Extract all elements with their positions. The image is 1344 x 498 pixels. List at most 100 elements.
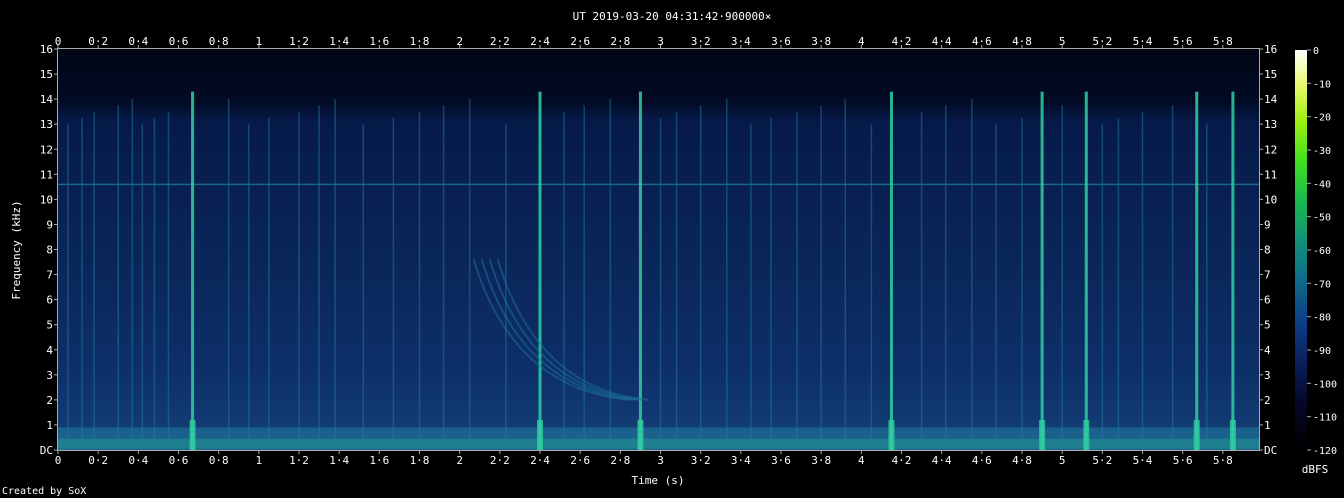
colorbar-tick-label: -90 [1313, 346, 1331, 357]
x-tick-label-top: 5·2 [1092, 35, 1112, 48]
x-tick-label-bottom: 0·2 [88, 454, 108, 467]
x-tick-label-top: 2·8 [610, 35, 630, 48]
y-tick-label-right: 13 [1264, 118, 1277, 131]
colorbar-tick-label: -20 [1313, 113, 1331, 124]
x-tick-label-top: 0·4 [128, 35, 148, 48]
x-tick-label-top: 0 [55, 35, 62, 48]
x-tick-label-bottom: 1·4 [329, 454, 349, 467]
x-tick-label-top: 1·4 [329, 35, 349, 48]
y-tick-label-right: 11 [1264, 168, 1277, 181]
x-tick-label-bottom: 5·8 [1213, 454, 1233, 467]
y-tick-label-left: 14 [40, 93, 54, 106]
transient-base [888, 419, 895, 450]
transient-base [1229, 419, 1236, 450]
footer-credit: Created by SoX [2, 486, 86, 497]
y-axis-right: DC12345678910111213141516 [1259, 43, 1278, 457]
x-tick-label-top: 4·8 [1012, 35, 1032, 48]
x-tick-label-bottom: 4·4 [932, 454, 952, 467]
x-tick-label-top: 3 [657, 35, 664, 48]
y-tick-label-right: 15 [1264, 68, 1277, 81]
y-tick-label-right: 14 [1264, 93, 1278, 106]
x-tick-label-bottom: 5·2 [1092, 454, 1112, 467]
y-tick-label-right: 10 [1264, 193, 1277, 206]
x-tick-label-bottom: 2 [456, 454, 463, 467]
x-tick-label-top: 3·4 [731, 35, 751, 48]
x-tick-label-top: 2 [456, 35, 463, 48]
x-tick-label-top: 3·6 [771, 35, 791, 48]
x-tick-label-bottom: 4·2 [892, 454, 912, 467]
x-tick-label-top: 1 [256, 35, 263, 48]
colorbar-tick-label: 0 [1313, 46, 1319, 57]
x-tick-label-bottom: 4·6 [972, 454, 992, 467]
x-tick-label-bottom: 3·2 [691, 454, 711, 467]
x-tick-label-top: 3·2 [691, 35, 711, 48]
x-tick-label-bottom: 3 [657, 454, 664, 467]
x-tick-label-top: 0·8 [209, 35, 229, 48]
y-tick-label-left: 8 [46, 244, 53, 257]
colorbar-tick-label: -120 [1313, 446, 1337, 457]
y-tick-label-left: 3 [46, 369, 53, 382]
x-tick-label-top: 4·6 [972, 35, 992, 48]
colorbar-tick-label: -80 [1313, 313, 1331, 324]
colorbar-tick-label: -50 [1313, 213, 1331, 224]
x-tick-label-top: 2·4 [530, 35, 550, 48]
y-tick-label-left: DC [40, 444, 53, 457]
plot-area [58, 49, 1259, 450]
y-tick-label-left: 4 [46, 344, 53, 357]
y-tick-label-right: 1 [1264, 419, 1271, 432]
colorbar-tick-label: -70 [1313, 279, 1331, 290]
x-tick-label-bottom: 4 [858, 454, 865, 467]
transient-base [189, 419, 196, 450]
x-tick-label-bottom: 0 [55, 454, 62, 467]
y-tick-label-left: 6 [46, 294, 53, 307]
x-tick-label-bottom: 3·4 [731, 454, 751, 467]
x-axis-label: Time (s) [632, 474, 685, 487]
y-tick-label-left: 16 [40, 43, 53, 56]
transient-base [1083, 419, 1090, 450]
chart-title: UT 2019-03-20 04:31:42·900000× [573, 10, 772, 23]
y-tick-label-left: 12 [40, 143, 53, 156]
x-axis-bottom: 0 0·2 0·4 0·6 0·8 1 1·2 1·4 1·6 1·8 2 2·2 2·4 2·6 2·8 3… [55, 450, 1233, 467]
x-tick-label-top: 5·4 [1133, 35, 1153, 48]
colorbar-label: dBFS [1302, 463, 1329, 476]
colorbar-tick-label: -60 [1313, 246, 1331, 257]
y-tick-label-right: 7 [1264, 269, 1271, 282]
y-tick-label-left: 5 [46, 319, 53, 332]
x-tick-label-top: 3·8 [811, 35, 831, 48]
y-tick-label-right: 6 [1264, 294, 1271, 307]
x-tick-label-top: 1·8 [410, 35, 430, 48]
y-tick-label-left: 11 [40, 168, 53, 181]
y-tick-label-left: 1 [46, 419, 53, 432]
colorbar-tick-label: -40 [1313, 179, 1331, 190]
transient-base [637, 419, 644, 450]
colorbar-tick-label: -100 [1313, 379, 1337, 390]
x-tick-label-top: 1·6 [369, 35, 389, 48]
colorbar [1295, 50, 1307, 450]
x-tick-label-top: 2·6 [570, 35, 590, 48]
x-tick-label-bottom: 0·6 [169, 454, 189, 467]
x-tick-label-bottom: 1·2 [289, 454, 309, 467]
x-tick-label-top: 5 [1059, 35, 1066, 48]
y-axis-left: DC12345678910111213141516 [40, 43, 58, 457]
x-tick-label-bottom: 2·4 [530, 454, 550, 467]
y-tick-label-right: 5 [1264, 319, 1271, 332]
x-tick-label-bottom: 0·4 [128, 454, 148, 467]
y-tick-label-left: 7 [46, 269, 53, 282]
x-tick-label-bottom: 0·8 [209, 454, 229, 467]
transient-base [537, 419, 544, 450]
x-tick-label-top: 4·4 [932, 35, 952, 48]
x-tick-label-top: 2·2 [490, 35, 510, 48]
y-tick-label-left: 15 [40, 68, 53, 81]
x-tick-label-top: 4 [858, 35, 865, 48]
x-tick-label-bottom: 3·8 [811, 454, 831, 467]
x-tick-label-top: 0·2 [88, 35, 108, 48]
transient-base [1039, 419, 1046, 450]
transient-base [1193, 419, 1200, 450]
x-tick-label-bottom: 5 [1059, 454, 1066, 467]
colorbar-ticks: 0 -10 -20 -30 -40 -50 -60 -70 -80 -90 -100 -110 -120 [1307, 46, 1337, 457]
x-tick-label-bottom: 2·8 [610, 454, 630, 467]
y-tick-label-right: 4 [1264, 344, 1271, 357]
x-tick-label-bottom: 1 [256, 454, 263, 467]
x-tick-label-top: 0·6 [169, 35, 189, 48]
x-tick-label-top: 4·2 [892, 35, 912, 48]
